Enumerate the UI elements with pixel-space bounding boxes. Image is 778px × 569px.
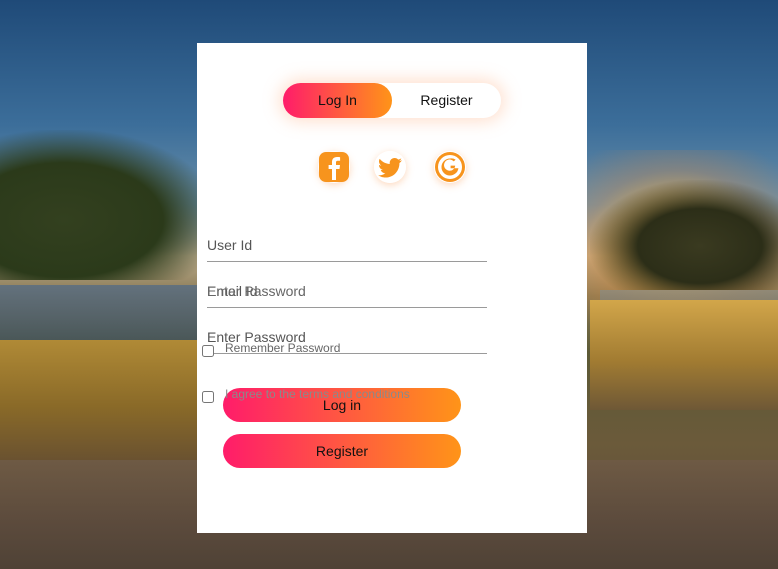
- remember-password-checkbox[interactable]: [202, 345, 214, 357]
- form-toggle: Log In Register: [283, 83, 501, 118]
- trees-left: [0, 130, 220, 280]
- email-input[interactable]: [207, 277, 487, 305]
- remember-password-label: Remember Password: [225, 341, 341, 355]
- terms-label: I agree to the terms and conditions: [225, 387, 410, 401]
- facebook-icon[interactable]: [318, 151, 350, 183]
- river-left: [0, 285, 200, 345]
- tab-login[interactable]: Log In: [283, 83, 392, 118]
- user-id-field[interactable]: [207, 231, 487, 262]
- grass-right: [590, 300, 778, 410]
- register-button[interactable]: Register: [223, 434, 461, 468]
- tab-register[interactable]: Register: [392, 83, 501, 118]
- trees-right: [590, 180, 778, 290]
- grass-left: [0, 340, 220, 460]
- google-icon[interactable]: [434, 151, 466, 183]
- terms-checkbox[interactable]: [202, 391, 214, 403]
- email-field[interactable]: [207, 277, 487, 308]
- login-card: Log In Register Enter Password Remember …: [197, 43, 587, 533]
- twitter-icon[interactable]: [374, 151, 406, 183]
- user-id-input[interactable]: [207, 231, 487, 259]
